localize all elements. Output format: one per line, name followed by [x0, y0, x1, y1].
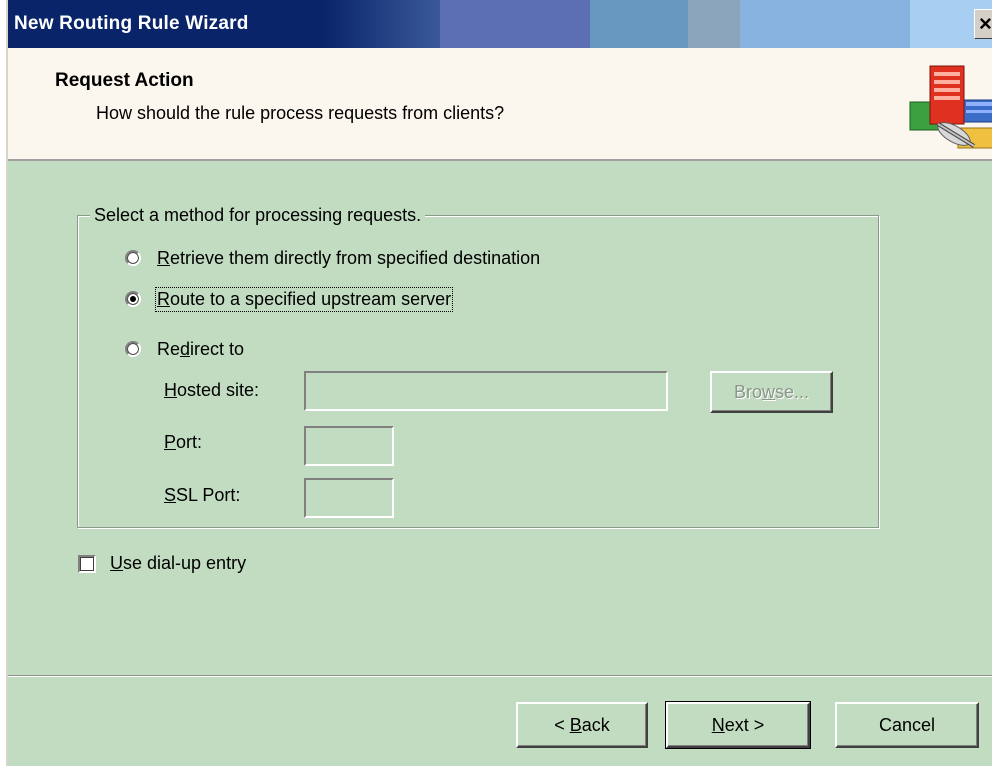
radio-label: Redirect to — [157, 338, 245, 359]
hosted-site-label: Hosted site: — [164, 380, 260, 400]
window-left-edge — [0, 0, 8, 766]
back-button[interactable]: < Back — [516, 702, 648, 748]
radio-label: Route to a specified upstream server — [154, 286, 454, 312]
radio-label: Retrieve them directly from specified de… — [157, 247, 541, 268]
retrieve-directly-radio[interactable]: Retrieve them directly from specified de… — [125, 246, 540, 270]
close-icon: × — [979, 11, 992, 36]
checkbox[interactable] — [78, 554, 96, 573]
hosted-site-input[interactable] — [304, 371, 668, 411]
wizard-header: Request Action How should the rule proce… — [8, 48, 992, 161]
route-upstream-radio[interactable]: Route to a specified upstream server — [125, 286, 454, 312]
group-legend: Select a method for processing requests. — [90, 205, 426, 226]
page-heading: Request Action — [55, 70, 194, 91]
close-button[interactable]: × — [974, 9, 992, 39]
port-label: Port: — [164, 432, 203, 452]
ssl-port-label: SSL Port: — [164, 485, 241, 505]
title-bar-band — [590, 0, 688, 48]
title-bar[interactable]: New Routing Rule Wizard × — [8, 0, 992, 48]
next-button[interactable]: Next > — [665, 701, 811, 749]
page-subheading: How should the rule process requests fro… — [96, 103, 505, 123]
window-title: New Routing Rule Wizard — [14, 13, 249, 34]
browse-button[interactable]: Browse... — [710, 371, 833, 413]
port-input[interactable] — [304, 426, 394, 466]
title-bar-band — [740, 0, 910, 48]
redirect-to-radio[interactable]: Redirect to — [125, 337, 244, 361]
ssl-port-input[interactable] — [304, 478, 394, 518]
radio-button[interactable] — [125, 341, 141, 357]
button-bar-divider — [8, 675, 992, 677]
title-bar-band — [688, 0, 740, 48]
checkbox-label: Use dial-up entry — [110, 553, 247, 573]
radio-button[interactable] — [125, 250, 141, 266]
title-bar-band — [440, 0, 590, 48]
dialup-entry-checkbox[interactable]: Use dial-up entry — [78, 553, 246, 574]
cancel-button[interactable]: Cancel — [835, 702, 979, 748]
routing-server-icon — [909, 65, 992, 149]
radio-button-selected[interactable] — [125, 291, 141, 307]
